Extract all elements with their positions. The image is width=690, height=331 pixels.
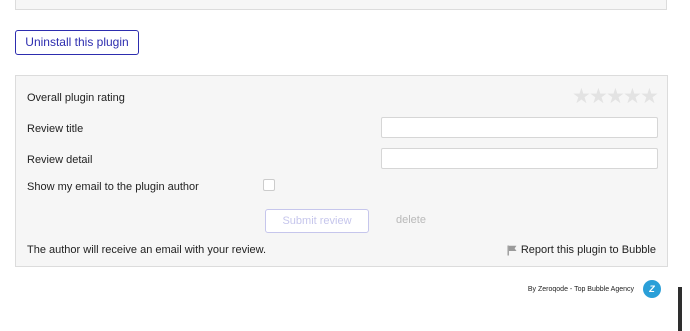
show-email-checkbox[interactable] — [263, 179, 275, 191]
show-email-label: Show my email to the plugin author — [27, 181, 199, 193]
star-rating[interactable]: ★ ★ ★ ★ ★ — [572, 86, 659, 108]
review-detail-input[interactable] — [381, 148, 658, 169]
review-title-label: Review title — [27, 123, 84, 135]
email-info-text: The author will receive an email with yo… — [27, 244, 267, 256]
overall-rating-label: Overall plugin rating — [27, 92, 125, 104]
star-icon[interactable]: ★ — [572, 86, 591, 108]
review-detail-label: Review detail — [27, 154, 93, 166]
flag-icon — [507, 245, 517, 256]
report-plugin-label: Report this plugin to Bubble — [520, 244, 656, 256]
zeroqode-logo[interactable]: Z — [643, 280, 661, 298]
footer-credit: By Zeroqode - Top Bubble Agency — [527, 286, 634, 293]
scrollbar-thumb[interactable] — [678, 287, 682, 331]
star-icon[interactable]: ★ — [606, 86, 625, 108]
star-icon[interactable]: ★ — [589, 86, 608, 108]
previous-section-panel — [15, 0, 667, 10]
review-title-input[interactable] — [381, 117, 658, 138]
star-icon[interactable]: ★ — [640, 86, 659, 108]
submit-review-button[interactable]: Submit review — [265, 209, 369, 233]
delete-link[interactable]: delete — [396, 214, 426, 226]
uninstall-plugin-button[interactable]: Uninstall this plugin — [15, 30, 139, 55]
report-plugin-link[interactable]: Report this plugin to Bubble — [507, 244, 656, 256]
star-icon[interactable]: ★ — [623, 86, 642, 108]
rating-form-panel: Overall plugin rating ★ ★ ★ ★ ★ Review t… — [15, 75, 668, 267]
